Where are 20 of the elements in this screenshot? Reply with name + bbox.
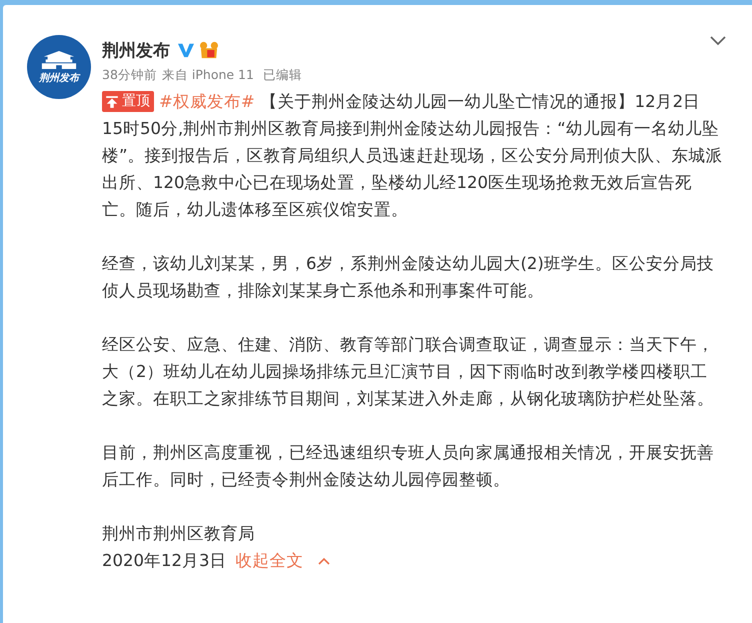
author-name[interactable]: 荆州发布 <box>102 38 170 62</box>
avatar-logo-text: 荆州发布 <box>39 72 79 85</box>
post-source: 来自 iPhone 11 <box>162 66 254 84</box>
crown-icon <box>199 41 219 59</box>
post-paragraph: 15时50分,荆州市荆州区教育局接到荆州金陵达幼儿园报告：“幼儿园有一名幼儿坠楼”。接到报告后，区教育局组织人员迅速赶赴现场，区公安分局刑侦大队、东城派出所、120急救中心已在现场处置，坠楼幼儿经120医生现场抢救无效后宣告死亡。随后，幼儿遗体移至区殡仪馆安置。 <box>102 118 724 221</box>
post-paragraph: 经查，该幼儿刘某某，男，6岁，系荆州金陵达幼儿园大(2)班学生。区公安分局技侦人员现场勘查，排除刘某某身亡系他杀和刑事案件可能。 <box>102 253 715 302</box>
post-paragraph: 荆州市荆州区教育局 <box>102 523 256 545</box>
post-paragraph: 目前，荆州区高度重视，已经迅速组织专班人员向家属通报相关情况，开展安抚善后工作。同时，已经责令荆州金陵达幼儿园停园整顿。 <box>102 442 715 491</box>
post-headline: 【关于荆州金陵达幼儿园一幼儿坠亡情况的通报】12月2日 <box>260 91 700 113</box>
pinned-label: 置顶 <box>122 93 150 110</box>
post-time[interactable]: 38分钟前 <box>102 65 157 85</box>
edited-label: 已编辑 <box>262 66 302 84</box>
building-icon <box>40 49 78 70</box>
chevron-down-icon[interactable] <box>710 36 726 46</box>
post-paragraph: 经区公安、应急、住建、消防、教育等部门联合调查取证，调查显示：当天下午，大（2）班幼儿在幼儿园操场排练元旦汇演节目，因下雨临时改到教学楼四楼职工之家。在职工之家排练节目期间，刘某某进入外走廊，从钢化玻璃防护栏处坠落。 <box>102 334 715 410</box>
post-date: 2020年12月3日 <box>102 550 226 572</box>
topic-link[interactable]: #权威发布# <box>159 88 255 115</box>
avatar[interactable]: 荆州发布 <box>27 35 91 99</box>
caret-up-icon[interactable] <box>318 556 330 564</box>
collapse-link[interactable]: 收起全文 <box>236 547 304 574</box>
